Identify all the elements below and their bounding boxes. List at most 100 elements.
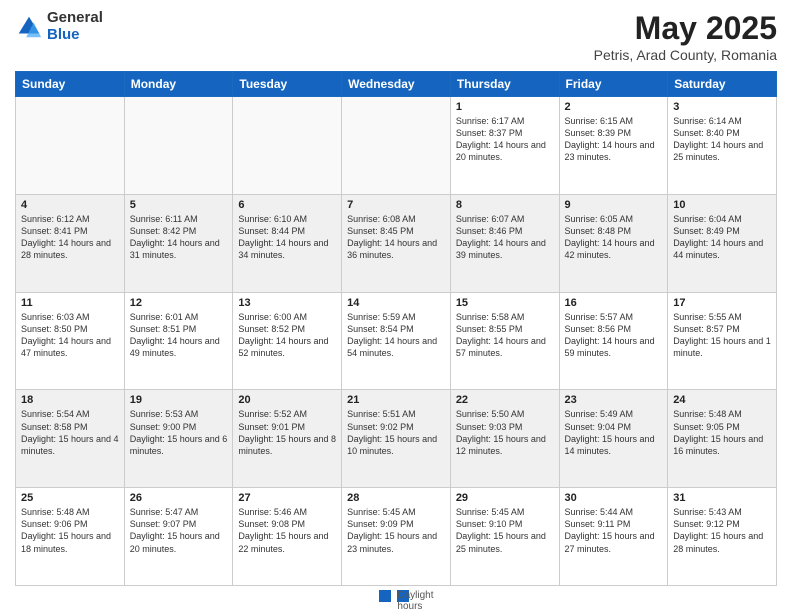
- day-number: 26: [130, 492, 228, 504]
- day-info: Sunrise: 5:59 AM Sunset: 8:54 PM Dayligh…: [347, 311, 445, 360]
- day-cell: 12Sunrise: 6:01 AM Sunset: 8:51 PM Dayli…: [124, 292, 233, 390]
- day-info: Sunrise: 6:04 AM Sunset: 8:49 PM Dayligh…: [673, 213, 771, 262]
- day-cell: 15 Sunrise: 5:58 AM Sunset: 8:55 PM Dayli…: [450, 292, 559, 390]
- day-cell: 30 Sunrise: 5:44 AM Sunset: 9:11 PM Dayli…: [559, 488, 668, 586]
- day-number: 22: [456, 394, 554, 406]
- footer: Daylight hours: [15, 590, 777, 602]
- day-info: Sunrise: 6:08 AM Sunset: 8:45 PM Dayligh…: [347, 213, 445, 262]
- day-number: 8: [456, 199, 554, 211]
- col-header-sunday: Sunday: [16, 72, 125, 97]
- day-cell: 6 Sunrise: 6:10 AM Sunset: 8:44 PM Daylig…: [233, 194, 342, 292]
- day-cell: 21 Sunrise: 5:51 AM Sunset: 9:02 PM Dayli…: [342, 390, 451, 488]
- day-info: Sunrise: 5:58 AM Sunset: 8:55 PM Dayligh…: [456, 311, 554, 360]
- day-number: 29: [456, 492, 554, 504]
- logo: General Blue: [15, 10, 103, 43]
- day-cell: 10 Sunrise: 6:04 AM Sunset: 8:49 PM Dayli…: [668, 194, 777, 292]
- logo-blue-text: Blue: [47, 27, 103, 44]
- day-info: Sunrise: 5:53 AM Sunset: 9:00 PM Dayligh…: [130, 408, 228, 457]
- day-cell: 17Sunrise: 5:55 AM Sunset: 8:57 PM Dayli…: [668, 292, 777, 390]
- logo-general-text: General: [47, 10, 103, 27]
- day-info: Sunrise: 6:12 AM Sunset: 8:41 PM Dayligh…: [21, 213, 119, 262]
- week-row-2: 4Sunrise: 6:12 AM Sunset: 8:41 PM Daylig…: [16, 194, 777, 292]
- main-title: May 2025: [594, 10, 777, 47]
- day-cell: [16, 97, 125, 195]
- week-row-3: 11 Sunrise: 6:03 AM Sunset: 8:50 PM Dayli…: [16, 292, 777, 390]
- col-header-thursday: Thursday: [450, 72, 559, 97]
- day-number: 25: [21, 492, 119, 504]
- day-cell: 7 Sunrise: 6:08 AM Sunset: 8:45 PM Daylig…: [342, 194, 451, 292]
- day-number: 23: [565, 394, 663, 406]
- day-number: 5: [130, 199, 228, 211]
- day-info: Sunrise: 5:46 AM Sunset: 9:08 PM Dayligh…: [238, 506, 336, 555]
- calendar-body: 1Sunrise: 6:17 AM Sunset: 8:37 PM Daylig…: [16, 97, 777, 586]
- day-number: 13: [238, 297, 336, 309]
- day-cell: 18Sunrise: 5:54 AM Sunset: 8:58 PM Dayli…: [16, 390, 125, 488]
- day-cell: 16 Sunrise: 5:57 AM Sunset: 8:56 PM Dayli…: [559, 292, 668, 390]
- day-cell: [124, 97, 233, 195]
- day-cell: 27 Sunrise: 5:46 AM Sunset: 9:08 PM Dayli…: [233, 488, 342, 586]
- day-info: Sunrise: 5:52 AM Sunset: 9:01 PM Dayligh…: [238, 408, 336, 457]
- title-block: May 2025 Petris, Arad County, Romania: [594, 10, 777, 63]
- col-header-friday: Friday: [559, 72, 668, 97]
- day-cell: 31Sunrise: 5:43 AM Sunset: 9:12 PM Dayli…: [668, 488, 777, 586]
- day-info: Sunrise: 6:05 AM Sunset: 8:48 PM Dayligh…: [565, 213, 663, 262]
- day-number: 14: [347, 297, 445, 309]
- subtitle: Petris, Arad County, Romania: [594, 47, 777, 63]
- day-number: 11: [21, 297, 119, 309]
- day-number: 28: [347, 492, 445, 504]
- day-cell: [233, 97, 342, 195]
- footer-color-box: [379, 590, 391, 602]
- day-info: Sunrise: 5:51 AM Sunset: 9:02 PM Dayligh…: [347, 408, 445, 457]
- day-info: Sunrise: 5:50 AM Sunset: 9:03 PM Dayligh…: [456, 408, 554, 457]
- logo-icon: [15, 13, 43, 41]
- day-info: Sunrise: 6:10 AM Sunset: 8:44 PM Dayligh…: [238, 213, 336, 262]
- calendar-header-row: SundayMondayTuesdayWednesdayThursdayFrid…: [16, 72, 777, 97]
- day-info: Sunrise: 6:15 AM Sunset: 8:39 PM Dayligh…: [565, 115, 663, 164]
- day-number: 6: [238, 199, 336, 211]
- day-number: 1: [456, 101, 554, 113]
- day-number: 16: [565, 297, 663, 309]
- day-info: Sunrise: 5:43 AM Sunset: 9:12 PM Dayligh…: [673, 506, 771, 555]
- day-cell: 4Sunrise: 6:12 AM Sunset: 8:41 PM Daylig…: [16, 194, 125, 292]
- day-number: 20: [238, 394, 336, 406]
- day-info: Sunrise: 6:07 AM Sunset: 8:46 PM Dayligh…: [456, 213, 554, 262]
- day-cell: 1Sunrise: 6:17 AM Sunset: 8:37 PM Daylig…: [450, 97, 559, 195]
- week-row-4: 18Sunrise: 5:54 AM Sunset: 8:58 PM Dayli…: [16, 390, 777, 488]
- day-info: Sunrise: 6:14 AM Sunset: 8:40 PM Dayligh…: [673, 115, 771, 164]
- col-header-monday: Monday: [124, 72, 233, 97]
- col-header-tuesday: Tuesday: [233, 72, 342, 97]
- day-number: 7: [347, 199, 445, 211]
- day-cell: 13Sunrise: 6:00 AM Sunset: 8:52 PM Dayli…: [233, 292, 342, 390]
- day-cell: 2Sunrise: 6:15 AM Sunset: 8:39 PM Daylig…: [559, 97, 668, 195]
- col-header-wednesday: Wednesday: [342, 72, 451, 97]
- day-info: Sunrise: 6:03 AM Sunset: 8:50 PM Dayligh…: [21, 311, 119, 360]
- day-info: Sunrise: 5:44 AM Sunset: 9:11 PM Dayligh…: [565, 506, 663, 555]
- day-cell: 11 Sunrise: 6:03 AM Sunset: 8:50 PM Dayli…: [16, 292, 125, 390]
- day-info: Sunrise: 5:45 AM Sunset: 9:09 PM Dayligh…: [347, 506, 445, 555]
- logo-text: General Blue: [47, 10, 103, 43]
- day-number: 19: [130, 394, 228, 406]
- day-cell: 29Sunrise: 5:45 AM Sunset: 9:10 PM Dayli…: [450, 488, 559, 586]
- day-cell: 24Sunrise: 5:48 AM Sunset: 9:05 PM Dayli…: [668, 390, 777, 488]
- col-header-saturday: Saturday: [668, 72, 777, 97]
- day-info: Sunrise: 6:11 AM Sunset: 8:42 PM Dayligh…: [130, 213, 228, 262]
- day-number: 10: [673, 199, 771, 211]
- day-number: 30: [565, 492, 663, 504]
- day-cell: 8 Sunrise: 6:07 AM Sunset: 8:46 PM Daylig…: [450, 194, 559, 292]
- week-row-1: 1Sunrise: 6:17 AM Sunset: 8:37 PM Daylig…: [16, 97, 777, 195]
- day-info: Sunrise: 5:57 AM Sunset: 8:56 PM Dayligh…: [565, 311, 663, 360]
- day-cell: 3Sunrise: 6:14 AM Sunset: 8:40 PM Daylig…: [668, 97, 777, 195]
- header: General Blue May 2025 Petris, Arad Count…: [15, 10, 777, 63]
- day-info: Sunrise: 5:48 AM Sunset: 9:05 PM Dayligh…: [673, 408, 771, 457]
- calendar-table: SundayMondayTuesdayWednesdayThursdayFrid…: [15, 71, 777, 586]
- day-number: 21: [347, 394, 445, 406]
- day-cell: 26Sunrise: 5:47 AM Sunset: 9:07 PM Dayli…: [124, 488, 233, 586]
- day-number: 15: [456, 297, 554, 309]
- day-cell: 14 Sunrise: 5:59 AM Sunset: 8:54 PM Dayli…: [342, 292, 451, 390]
- day-cell: [342, 97, 451, 195]
- footer-label: Daylight hours: [397, 590, 409, 602]
- day-number: 27: [238, 492, 336, 504]
- day-cell: 19 Sunrise: 5:53 AM Sunset: 9:00 PM Dayli…: [124, 390, 233, 488]
- day-number: 17: [673, 297, 771, 309]
- day-cell: 22 Sunrise: 5:50 AM Sunset: 9:03 PM Dayli…: [450, 390, 559, 488]
